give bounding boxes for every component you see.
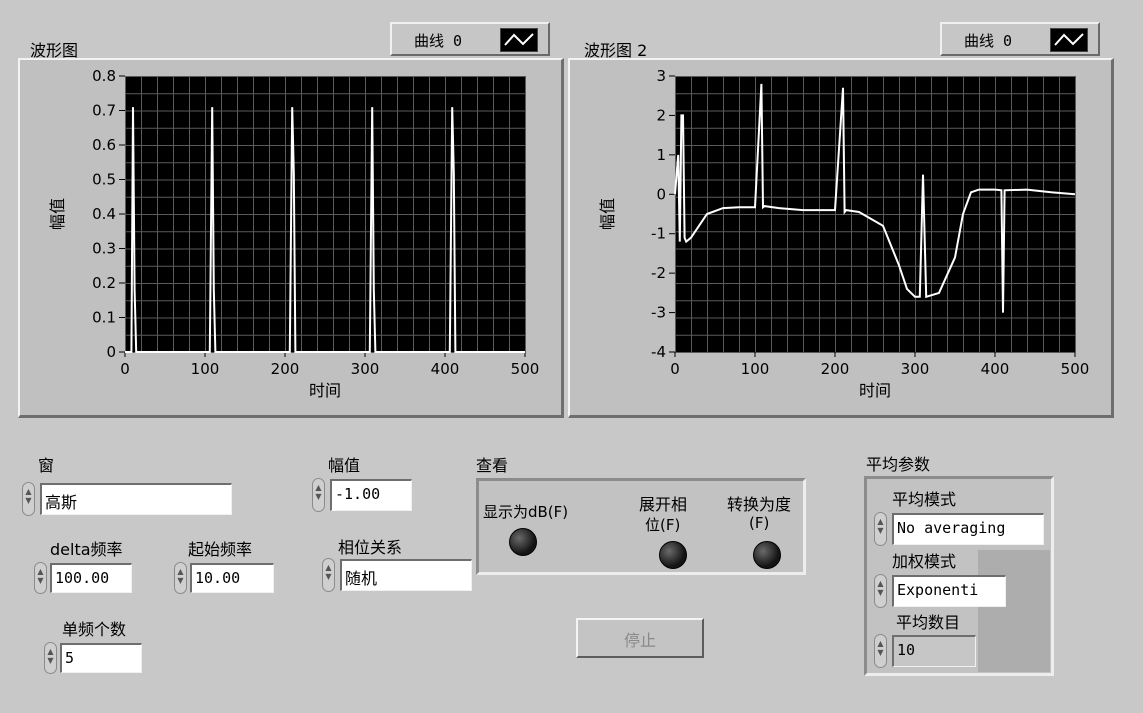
tone-count-label: 单频个数 [62, 620, 127, 639]
graph-1-legend-label: 曲线 0 [414, 32, 463, 50]
amplitude-label: 幅值 [328, 456, 361, 475]
avg-mode-spinner[interactable]: ▲ ▼ [874, 512, 887, 546]
y-axis-label: 幅值 [598, 198, 617, 230]
line-style-icon [1050, 28, 1088, 52]
x-axis-label: 时间 [859, 381, 891, 400]
delta-freq-label: delta频率 [50, 540, 123, 559]
show-db-led[interactable] [509, 528, 537, 556]
x-tick-label: 100 [741, 360, 770, 378]
averaging-shade [978, 550, 1050, 672]
convert-degree-led[interactable] [753, 541, 781, 569]
avg-count-input[interactable]: 10 [892, 635, 976, 667]
amplitude-input[interactable]: -1.00 [330, 479, 412, 511]
y-tick-label: 1 [656, 146, 666, 164]
weight-mode-select[interactable]: Exponenti [892, 575, 1006, 607]
graph-2-legend-label: 曲线 0 [964, 32, 1013, 50]
y-tick-label: 0.6 [92, 136, 116, 154]
phase-spinner[interactable]: ▲ ▼ [322, 558, 335, 592]
weight-mode-spinner[interactable]: ▲ ▼ [874, 574, 887, 608]
graph-1-plot[interactable]: 0 100 200 300 400 500 0 0.1 0.2 0.3 0.4 0.5 0.6 0.7 0.… [18, 58, 564, 418]
x-axis-label: 时间 [309, 381, 341, 400]
averaging-title: 平均参数 [866, 455, 931, 474]
graph-2-plot[interactable]: 0 100 200 300 400 500 -4 -3 -2 -1 0 1 2 3 时间 幅值 [568, 58, 1114, 418]
weight-mode-label: 加权模式 [892, 552, 957, 571]
x-tick-label: 400 [981, 360, 1010, 378]
y-tick-label: 0.4 [92, 205, 116, 223]
phase-select[interactable]: 随机 [340, 559, 472, 591]
window-spinner[interactable]: ▲ ▼ [22, 482, 35, 516]
y-tick-label: 3 [656, 67, 666, 85]
y-tick-label: 0.7 [92, 102, 116, 120]
x-tick-label: 200 [271, 360, 300, 378]
tone-count-spinner[interactable]: ▲ ▼ [44, 642, 57, 674]
avg-count-label: 平均数目 [896, 613, 961, 632]
amplitude-spinner[interactable]: ▲ ▼ [312, 478, 325, 512]
y-tick-label: -2 [651, 264, 666, 282]
x-tick-label: 500 [1061, 360, 1090, 378]
y-tick-label: -3 [651, 304, 666, 322]
y-tick-label: -4 [651, 343, 666, 361]
start-freq-spinner[interactable]: ▲ ▼ [174, 562, 187, 594]
delta-freq-input[interactable]: 100.00 [50, 563, 132, 593]
x-tick-label: 500 [511, 360, 540, 378]
y-tick-label: 0.5 [92, 171, 116, 189]
y-tick-label: -1 [651, 225, 666, 243]
x-tick-label: 0 [670, 360, 680, 378]
y-tick-label: 0.2 [92, 274, 116, 292]
y-tick-label: 0.1 [92, 309, 116, 327]
unwrap-phase-label-2: 位(F) [645, 516, 681, 534]
avg-count-spinner[interactable]: ▲ ▼ [874, 634, 887, 668]
line-style-icon [500, 28, 538, 52]
view-title: 查看 [476, 456, 509, 475]
convert-degree-label-2: (F) [749, 514, 770, 532]
graph-2-legend[interactable]: 曲线 0 [940, 22, 1100, 56]
x-tick-label: 100 [191, 360, 220, 378]
unwrap-phase-label-1: 展开相 [639, 495, 688, 514]
x-tick-label: 200 [821, 360, 850, 378]
delta-freq-spinner[interactable]: ▲ ▼ [34, 562, 47, 594]
x-tick-label: 300 [901, 360, 930, 378]
convert-degree-label-1: 转换为度 [727, 495, 792, 514]
avg-mode-label: 平均模式 [892, 490, 957, 509]
y-tick-label: 0.3 [92, 240, 116, 258]
graph-1-legend[interactable]: 曲线 0 [390, 22, 550, 56]
start-freq-input[interactable]: 10.00 [190, 563, 274, 593]
y-tick-label: 0.8 [92, 67, 116, 85]
y-tick-label: 0 [656, 185, 666, 203]
tone-count-input[interactable]: 5 [60, 643, 142, 673]
x-tick-label: 300 [351, 360, 380, 378]
x-tick-label: 0 [120, 360, 130, 378]
view-cluster: 显示为dB(F) 展开相 位(F) 转换为度 (F) [476, 478, 806, 575]
show-db-label: 显示为dB(F) [483, 503, 569, 521]
unwrap-phase-led[interactable] [659, 541, 687, 569]
y-tick-label: 2 [656, 106, 666, 124]
y-axis-label: 幅值 [48, 198, 67, 230]
x-tick-label: 400 [431, 360, 460, 378]
window-label: 窗 [38, 456, 55, 475]
window-select[interactable]: 高斯 [40, 483, 232, 515]
start-freq-label: 起始频率 [188, 540, 253, 559]
avg-mode-select[interactable]: No averaging [892, 513, 1044, 545]
y-tick-label: 0 [106, 343, 116, 361]
stop-button[interactable]: 停止 [576, 618, 704, 658]
phase-label: 相位关系 [338, 538, 403, 557]
